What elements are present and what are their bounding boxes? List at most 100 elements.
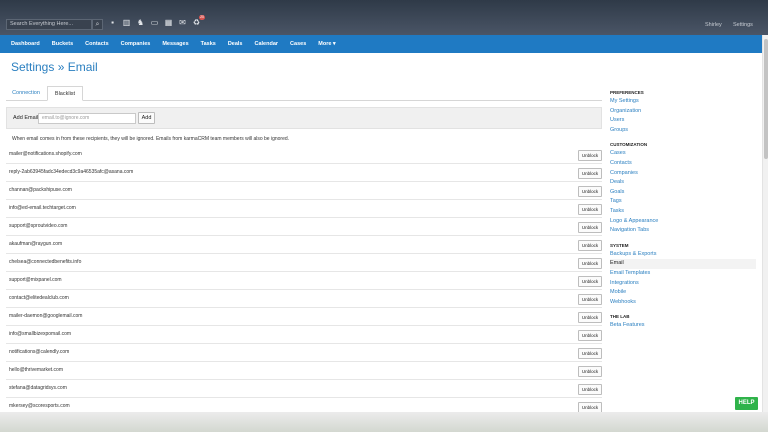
nav-item-8[interactable]: Cases [290,41,306,47]
nav-item-7[interactable]: Calendar [255,41,279,47]
unblock-button[interactable]: Unblock [578,330,602,341]
nav-item-1[interactable]: Buckets [52,41,73,47]
blacklist-note: When email comes in from these recipient… [12,136,290,142]
mail-icon[interactable]: ✉ [178,18,187,28]
blacklisted-email: support@sproutvideo.com [9,223,68,229]
list-item: support@sproutvideo.com Unblock [6,218,602,236]
sidebar-item-email[interactable]: Email [610,259,756,269]
search-input[interactable]: Search Everything Here... [6,19,92,30]
scrollbar[interactable] [762,35,768,412]
nav-item-9[interactable]: More ▾ [318,41,335,47]
sidebar-item-companies[interactable]: Companies [610,169,756,179]
sidebar-heading: PREFERENCES [610,90,644,95]
sidebar-item-organization[interactable]: Organization [610,107,756,117]
inbox-icon[interactable]: ▭ [150,18,159,28]
sidebar-item-my-settings[interactable]: My Settings [610,97,756,107]
contact-icon[interactable]: ▪ [108,18,117,28]
list-item: channan@packshipuse.com Unblock [6,182,602,200]
unblock-button[interactable]: Unblock [578,366,602,377]
sidebar-item-tags[interactable]: Tags [610,197,756,207]
nav-item-5[interactable]: Tasks [201,41,216,47]
list-item: stefana@datagridsys.com Unblock [6,380,602,398]
unblock-button[interactable]: Unblock [578,204,602,215]
blacklisted-email: mailer@notifications.shopify.com [9,151,82,157]
blacklisted-email: support@mixpanel.com [9,277,62,283]
help-button[interactable]: HELP [735,397,758,410]
search-icon[interactable]: ⌕ [92,19,103,30]
company-icon[interactable]: ▥ [122,18,131,28]
unblock-button[interactable]: Unblock [578,186,602,197]
blacklist-list: mailer@notifications.shopify.com Unblock r… [6,146,602,416]
list-item: info@smallbizexpomail.com Unblock [6,326,602,344]
unblock-button[interactable]: Unblock [578,150,602,161]
blacklisted-email: stefana@datagridsys.com [9,385,67,391]
sidebar-item-email-templates[interactable]: Email Templates [610,269,756,279]
add-email-box: Add Email email.to@ignore.com Add [6,107,602,129]
unblock-button[interactable]: Unblock [578,240,602,251]
add-button[interactable]: Add [138,112,155,124]
scrollbar-thumb[interactable] [764,39,768,159]
sidebar-item-goals[interactable]: Goals [610,188,756,198]
blacklisted-email: info@ed-email.techtarget.com [9,205,76,211]
sidebar-item-logo-appearance[interactable]: Logo & Appearance [610,217,756,227]
settings-link[interactable]: Settings [733,22,753,28]
list-item: reply-2ab63945fadc34edecd3c9a46535afc@as… [6,164,602,182]
nav-item-6[interactable]: Deals [228,41,243,47]
tab-blacklist[interactable]: Blacklist [47,86,83,101]
list-item: contact@elitedealclub.com Unblock [6,290,602,308]
blacklisted-email: chelsea@connectedbenefits.info [9,259,82,265]
nav-item-3[interactable]: Companies [121,41,151,47]
sidebar-item-cases[interactable]: Cases [610,149,756,159]
notification-badge: 20 [199,15,205,20]
blacklisted-email: mkersey@scoresports.com [9,403,70,409]
unblock-button[interactable]: Unblock [578,312,602,323]
list-item: notifications@calendly.com Unblock [6,344,602,362]
tabs: Connection Blacklist [6,86,602,101]
unblock-button[interactable]: Unblock [578,348,602,359]
blacklisted-email: notifications@calendly.com [9,349,70,355]
sidebar-item-users[interactable]: Users [610,116,756,126]
sidebar-item-deals[interactable]: Deals [610,178,756,188]
nav-item-0[interactable]: Dashboard [11,41,40,47]
list-item: info@ed-email.techtarget.com Unblock [6,200,602,218]
sidebar-heading: CUSTOMIZATION [610,142,648,148]
unblock-button[interactable]: Unblock [578,276,602,287]
sidebar-heading: SYSTEM [610,242,629,248]
deals-icon[interactable]: ♞ [136,18,145,28]
sidebar-item-tasks[interactable]: Tasks [610,207,756,217]
blacklisted-email: reply-2ab63945fadc34edecd3c9a46535afc@as… [9,169,134,175]
unblock-button[interactable]: Unblock [578,168,602,179]
blacklisted-email: hello@thrivemarket.com [9,367,63,373]
sidebar-item-backups-exports[interactable]: Backups & Exports [610,250,756,260]
sidebar-item-navigation-tabs[interactable]: Navigation Tabs [610,226,756,236]
sidebar-item-groups[interactable]: Groups [610,126,756,136]
nav-item-4[interactable]: Messages [162,41,188,47]
list-item: mailer-daemon@googlemail.com Unblock [6,308,602,326]
nav-item-2[interactable]: Contacts [85,41,109,47]
user-menu[interactable]: Shirley [705,22,722,28]
tab-connection[interactable]: Connection [6,86,46,101]
blacklisted-email: mailer-daemon@googlemail.com [9,313,83,319]
sidebar-item-beta-features[interactable]: Beta Features [610,321,756,331]
list-item: hello@thrivemarket.com Unblock [6,362,602,380]
calendar-icon[interactable]: ▦ [164,18,173,28]
unblock-button[interactable]: Unblock [578,258,602,269]
unblock-button[interactable]: Unblock [578,222,602,233]
unblock-button[interactable]: Unblock [578,294,602,305]
blacklisted-email: contact@elitedealclub.com [9,295,69,301]
unblock-button[interactable]: Unblock [578,384,602,395]
list-item: chelsea@connectedbenefits.info Unblock [6,254,602,272]
sidebar-item-integrations[interactable]: Integrations [610,279,756,289]
sidebar-item-contacts[interactable]: Contacts [610,159,756,169]
bottom-band [0,412,768,432]
add-email-label: Add Email [13,115,39,121]
sidebar-item-mobile[interactable]: Mobile [610,288,756,298]
notifications-icon[interactable]: ♻ 20 [192,15,205,28]
email-field[interactable]: email.to@ignore.com [38,113,136,124]
main-nav: Dashboard Buckets Contacts Companies Message… [0,35,762,53]
sidebar-item-webhooks[interactable]: Webhooks [610,298,756,308]
blacklisted-email: info@smallbizexpomail.com [9,331,72,337]
